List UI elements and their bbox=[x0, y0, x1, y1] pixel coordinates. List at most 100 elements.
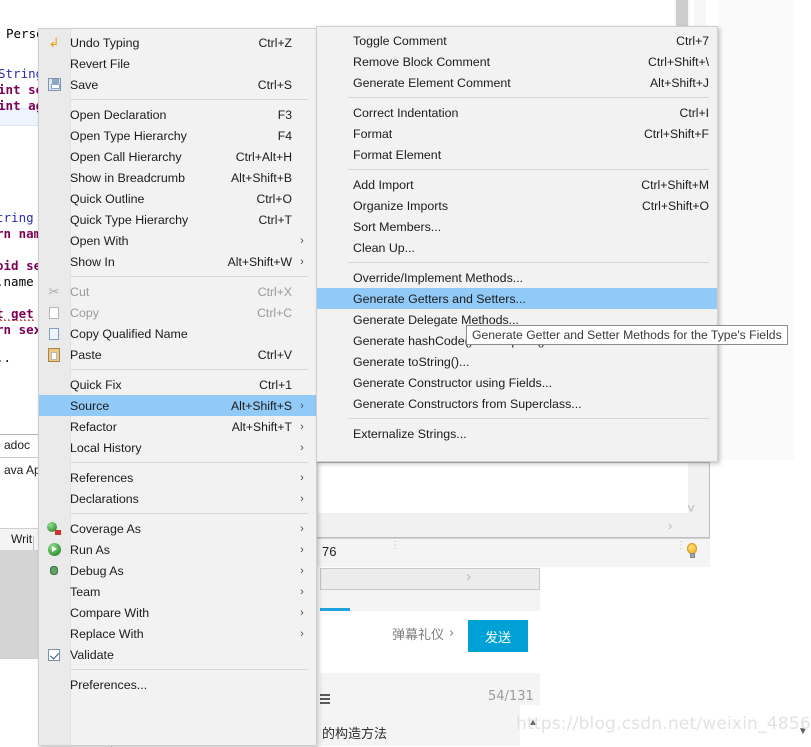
menu-item-source[interactable]: Source Alt+Shift+S › bbox=[39, 395, 316, 416]
submenu-item-generate-tostring[interactable]: Generate toString()... bbox=[317, 351, 717, 372]
vertical-scrollbar-track-secondary[interactable] bbox=[694, 0, 706, 26]
menu-item-compare-with[interactable]: Compare With › bbox=[39, 602, 316, 623]
submenu-item-generate-element-comment[interactable]: Generate Element Comment Alt+Shift+J bbox=[317, 72, 717, 93]
menu-item-open-with[interactable]: Open With › bbox=[39, 230, 316, 251]
background-right-strip bbox=[718, 0, 794, 460]
menu-item-label: Sort Members... bbox=[353, 219, 442, 234]
menu-item-copy-qualified-name[interactable]: Copy Qualified Name › bbox=[39, 323, 316, 344]
submenu-item-generate-constructors-from-superclass[interactable]: Generate Constructors from Superclass... bbox=[317, 393, 717, 414]
submenu-item-add-import[interactable]: Add Import Ctrl+Shift+M bbox=[317, 174, 717, 195]
code-line: .name bbox=[0, 274, 34, 289]
submenu-item-format-element[interactable]: Format Element bbox=[317, 144, 717, 165]
menu-item-run-as[interactable]: Run As › bbox=[39, 539, 316, 560]
menu-item-label: Cut bbox=[70, 284, 90, 299]
submenu-item-organize-imports[interactable]: Organize Imports Ctrl+Shift+O bbox=[317, 195, 717, 216]
vertical-scrollbar-thumb[interactable] bbox=[676, 0, 688, 28]
eclipse-context-menu[interactable]: ↲ Undo Typing Ctrl+Z › Revert File › Sav… bbox=[38, 28, 317, 746]
chevron-right-icon-collapsed[interactable]: › bbox=[466, 569, 471, 584]
danmu-etiquette-link[interactable]: 弹幕礼仪 › bbox=[392, 624, 454, 643]
menu-item-quick-fix[interactable]: Quick Fix Ctrl+1 › bbox=[39, 374, 316, 395]
menu-separator bbox=[70, 276, 308, 277]
submenu-item-clean-up[interactable]: Clean Up... bbox=[317, 237, 717, 258]
submenu-arrow-icon: › bbox=[300, 606, 304, 619]
menu-item-label: Format Element bbox=[353, 147, 442, 162]
code-line: .. bbox=[0, 350, 12, 365]
menu-item-label: Compare With bbox=[70, 605, 150, 620]
tab-java-api[interactable]: ava Ap bbox=[4, 463, 41, 477]
menu-item-declarations[interactable]: Declarations › bbox=[39, 488, 316, 509]
menu-item-label: Generate Constructors from Superclass... bbox=[353, 396, 582, 411]
submenu-separator bbox=[327, 97, 709, 98]
lightbulb-icon[interactable] bbox=[685, 543, 699, 559]
menu-item-label: Team bbox=[70, 584, 101, 599]
submenu-item-generate-constructor-using-fields[interactable]: Generate Constructor using Fields... bbox=[317, 372, 717, 393]
menu-item-label: Paste bbox=[70, 347, 102, 362]
submenu-item-remove-block-comment[interactable]: Remove Block Comment Ctrl+Shift+\ bbox=[317, 51, 717, 72]
send-button[interactable]: 发送 bbox=[468, 620, 528, 652]
menu-item-quick-type-hierarchy[interactable]: Quick Type Hierarchy Ctrl+T › bbox=[39, 209, 316, 230]
menu-item-debug-as[interactable]: Debug As › bbox=[39, 560, 316, 581]
code-line: rn nam bbox=[0, 226, 42, 241]
menu-item-accelerator: Ctrl+Shift+M bbox=[641, 177, 709, 192]
menu-item-label: Override/Implement Methods... bbox=[353, 270, 524, 285]
collapsed-bar[interactable] bbox=[320, 568, 540, 590]
menu-item-label: Undo Typing bbox=[70, 35, 140, 50]
menu-separator bbox=[70, 462, 308, 463]
tab-javadoc[interactable]: adoc bbox=[4, 438, 30, 452]
menu-item-undo-typing[interactable]: ↲ Undo Typing Ctrl+Z › bbox=[39, 32, 316, 53]
menu-item-label: Copy bbox=[70, 305, 99, 320]
menu-item-accelerator: Ctrl+Shift+O bbox=[641, 198, 709, 213]
code-line: int ag bbox=[0, 98, 44, 113]
widget-input-area[interactable] bbox=[318, 463, 688, 513]
menu-separator bbox=[70, 369, 308, 370]
submenu-item-format[interactable]: Format Ctrl+Shift+F bbox=[317, 123, 717, 144]
menu-hamburger-icon[interactable] bbox=[320, 694, 330, 704]
menu-item-open-call-hierarchy[interactable]: Open Call Hierarchy Ctrl+Alt+H › bbox=[39, 146, 316, 167]
menu-item-refactor[interactable]: Refactor Alt+Shift+T › bbox=[39, 416, 316, 437]
menu-item-accelerator: Ctrl+T bbox=[258, 212, 292, 227]
menu-item-references[interactable]: References › bbox=[39, 467, 316, 488]
menu-item-copy[interactable]: Copy Ctrl+C › bbox=[39, 302, 316, 323]
menu-item-team[interactable]: Team › bbox=[39, 581, 316, 602]
menu-item-label: Revert File bbox=[70, 56, 130, 71]
menu-item-show-in-breadcrumb[interactable]: Show in Breadcrumb Alt+Shift+B › bbox=[39, 167, 316, 188]
menu-item-local-history[interactable]: Local History › bbox=[39, 437, 316, 458]
menu-item-coverage-as[interactable]: Coverage As › bbox=[39, 518, 316, 539]
submenu-item-sort-members[interactable]: Sort Members... bbox=[317, 216, 717, 237]
submenu-item-override-implement-methods[interactable]: Override/Implement Methods... bbox=[317, 267, 717, 288]
menu-item-cut[interactable]: ✂ Cut Ctrl+X › bbox=[39, 281, 316, 302]
line-number-label: 76 bbox=[322, 544, 337, 559]
menu-item-accelerator: Ctrl+7 bbox=[676, 33, 709, 48]
run-icon bbox=[45, 541, 63, 559]
menu-item-open-type-hierarchy[interactable]: Open Type Hierarchy F4 › bbox=[39, 125, 316, 146]
menu-item-preferences[interactable]: Preferences... › bbox=[39, 674, 316, 695]
chevron-right-icon[interactable]: › bbox=[668, 519, 672, 532]
menu-item-save[interactable]: Save Ctrl+S › bbox=[39, 74, 316, 95]
menu-item-revert-file[interactable]: Revert File › bbox=[39, 53, 316, 74]
menu-item-accelerator: Alt+Shift+W bbox=[227, 254, 292, 269]
drag-handle-dots-right[interactable]: ⋮ bbox=[676, 541, 686, 551]
menu-item-paste[interactable]: Paste Ctrl+V › bbox=[39, 344, 316, 365]
submenu-item-toggle-comment[interactable]: Toggle Comment Ctrl+7 bbox=[317, 30, 717, 51]
menu-item-label: References bbox=[70, 470, 134, 485]
menu-item-accelerator: Ctrl+1 bbox=[259, 377, 292, 392]
menu-item-accelerator: Ctrl+Shift+F bbox=[643, 126, 709, 141]
submenu-item-externalize-strings[interactable]: Externalize Strings... bbox=[317, 423, 717, 444]
menu-item-validate[interactable]: Validate › bbox=[39, 644, 316, 665]
drag-handle-dots-left[interactable]: ⋮ bbox=[390, 541, 400, 551]
source-submenu[interactable]: Toggle Comment Ctrl+7 Remove Block Comme… bbox=[316, 26, 718, 462]
menu-item-label: Quick Type Hierarchy bbox=[70, 212, 189, 227]
menu-item-label: Debug As bbox=[70, 563, 124, 578]
submenu-arrow-icon: › bbox=[300, 420, 304, 433]
submenu-arrow-icon: › bbox=[300, 234, 304, 247]
menu-item-replace-with[interactable]: Replace With › bbox=[39, 623, 316, 644]
menu-item-label: Generate Element Comment bbox=[353, 75, 511, 90]
submenu-item-generate-getters-and-setters[interactable]: Generate Getters and Setters... bbox=[317, 288, 717, 309]
menu-item-show-in[interactable]: Show In Alt+Shift+W › bbox=[39, 251, 316, 272]
submenu-item-correct-indentation[interactable]: Correct Indentation Ctrl+I bbox=[317, 102, 717, 123]
menu-item-label: Toggle Comment bbox=[353, 33, 447, 48]
menu-item-open-declaration[interactable]: Open Declaration F3 › bbox=[39, 104, 316, 125]
menu-item-accelerator: Alt+Shift+T bbox=[231, 419, 292, 434]
chevron-down-icon[interactable]: ˅ bbox=[687, 501, 695, 515]
menu-item-quick-outline[interactable]: Quick Outline Ctrl+O › bbox=[39, 188, 316, 209]
